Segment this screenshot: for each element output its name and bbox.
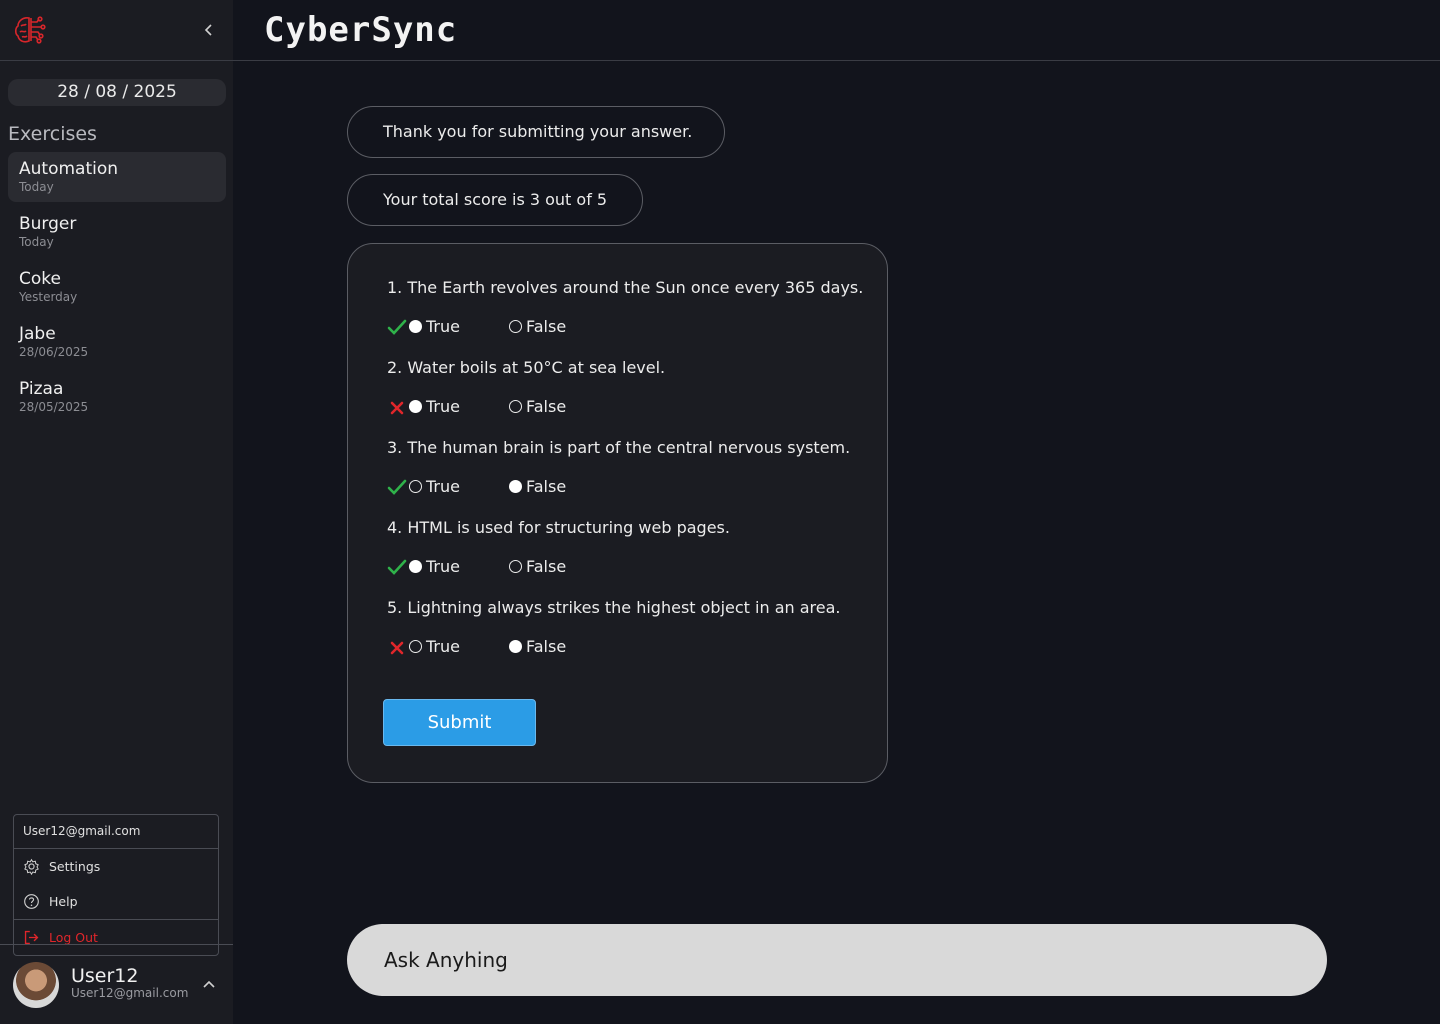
cross-icon: [390, 641, 404, 655]
exercise-list: Automation Today Burger Today Coke Yeste…: [8, 152, 226, 427]
ask-input[interactable]: [347, 924, 1327, 996]
option-label: True: [426, 397, 460, 416]
help-menu-item[interactable]: Help: [14, 884, 218, 919]
radio-empty-icon: [509, 320, 522, 333]
user-email: User12@gmail.com: [71, 986, 189, 1000]
date-display: 28 / 08 / 2025: [8, 79, 226, 106]
option-label: True: [426, 637, 460, 656]
exercise-item-jabe[interactable]: Jabe 28/06/2025: [8, 317, 226, 367]
exercise-date: Today: [19, 235, 54, 249]
exercise-item-coke[interactable]: Coke Yesterday: [8, 262, 226, 312]
radio-empty-icon: [509, 560, 522, 573]
logout-label: Log Out: [49, 929, 98, 945]
answer-row: True False: [387, 397, 687, 419]
settings-menu-item[interactable]: Settings: [14, 849, 218, 884]
app: 28 / 08 / 2025 Exercises Automation Toda…: [0, 0, 1440, 1024]
option-false-radio[interactable]: False: [509, 477, 566, 496]
gear-icon: [24, 858, 39, 875]
answer-row: True False: [387, 477, 687, 499]
option-label: False: [526, 317, 567, 336]
option-false-radio[interactable]: False: [509, 637, 566, 656]
check-icon: [387, 559, 407, 575]
radio-empty-icon: [409, 640, 422, 653]
question-text: 5. Lightning always strikes the highest …: [387, 598, 841, 617]
option-label: False: [526, 477, 567, 496]
chevron-up-icon: [203, 980, 215, 988]
exercise-date: 28/06/2025: [19, 345, 89, 359]
help-label: Help: [49, 894, 78, 909]
user-menu-popup: User12@gmail.com Settings Help Log Out: [13, 814, 219, 956]
option-label: True: [426, 477, 460, 496]
cross-icon: [390, 401, 404, 415]
brand-title: CyberSync: [264, 10, 458, 50]
chevron-left-icon: [204, 24, 212, 36]
exercise-date: Yesterday: [19, 290, 78, 304]
user-profile-bar[interactable]: User12 User12@gmail.com: [0, 944, 233, 1024]
brain-logo-icon: [14, 16, 46, 44]
exercise-name: Pizaa: [19, 379, 64, 399]
score-message: Your total score is 3 out of 5: [347, 174, 643, 226]
thanks-message: Thank you for submitting your answer.: [347, 106, 725, 158]
exercise-item-pizaa[interactable]: Pizaa 28/05/2025: [8, 372, 226, 422]
exercises-section-title: Exercises: [8, 123, 97, 145]
user-menu-toggle-button[interactable]: [199, 975, 219, 995]
option-label: False: [526, 557, 567, 576]
option-true-radio[interactable]: True: [409, 557, 460, 576]
option-label: True: [426, 317, 460, 336]
exercise-name: Automation: [19, 159, 119, 179]
answer-row: True False: [387, 557, 687, 579]
check-icon: [387, 479, 407, 495]
exercise-item-burger[interactable]: Burger Today: [8, 207, 226, 257]
help-circle-icon: [24, 894, 39, 909]
exercise-name: Burger: [19, 214, 77, 234]
settings-label: Settings: [49, 859, 101, 874]
exercise-item-automation[interactable]: Automation Today: [8, 152, 226, 202]
exercise-name: Jabe: [19, 324, 56, 344]
exercise-date: 28/05/2025: [19, 400, 89, 414]
option-label: False: [526, 397, 567, 416]
exercise-date: Today: [19, 180, 54, 194]
radio-filled-icon: [509, 640, 522, 653]
question-text: 4. HTML is used for structuring web page…: [387, 518, 730, 537]
check-icon: [387, 319, 407, 335]
question-text: 3. The human brain is part of the centra…: [387, 438, 851, 457]
option-label: False: [526, 637, 567, 656]
collapse-sidebar-button[interactable]: [199, 20, 219, 40]
option-true-radio[interactable]: True: [409, 637, 460, 656]
logout-icon: [24, 930, 39, 944]
radio-filled-icon: [509, 480, 522, 493]
radio-filled-icon: [409, 400, 422, 413]
sidebar-header: [0, 0, 233, 61]
question-text: 1. The Earth revolves around the Sun onc…: [387, 278, 864, 297]
option-label: True: [426, 557, 460, 576]
option-true-radio[interactable]: True: [409, 477, 460, 496]
top-bar: CyberSync: [233, 0, 1440, 61]
radio-filled-icon: [409, 320, 422, 333]
question-text: 2. Water boils at 50°C at sea level.: [387, 358, 666, 377]
sidebar: 28 / 08 / 2025 Exercises Automation Toda…: [0, 0, 233, 1024]
option-false-radio[interactable]: False: [509, 397, 566, 416]
avatar: [13, 962, 59, 1008]
radio-filled-icon: [409, 560, 422, 573]
exercise-name: Coke: [19, 269, 61, 289]
answer-row: True False: [387, 637, 687, 659]
user-name: User12: [71, 965, 139, 987]
option-false-radio[interactable]: False: [509, 557, 566, 576]
radio-empty-icon: [509, 400, 522, 413]
answer-row: True False: [387, 317, 687, 339]
user-menu-email: User12@gmail.com: [14, 815, 218, 849]
submit-button[interactable]: Submit: [383, 699, 536, 746]
option-false-radio[interactable]: False: [509, 317, 566, 336]
quiz-card: 1. The Earth revolves around the Sun onc…: [347, 243, 888, 783]
option-true-radio[interactable]: True: [409, 397, 460, 416]
radio-empty-icon: [409, 480, 422, 493]
option-true-radio[interactable]: True: [409, 317, 460, 336]
